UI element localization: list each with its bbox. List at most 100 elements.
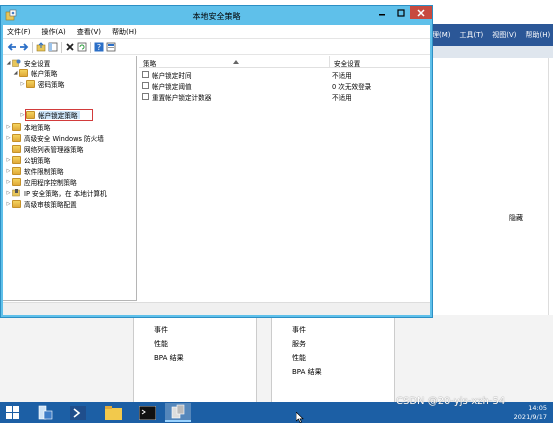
tile-1-performance[interactable]: 性能 xyxy=(154,339,168,349)
watermark-text: CSDN @20-yjs-xzh-54 xyxy=(396,396,506,407)
tree-node-label: 应用程序控制策略 xyxy=(24,179,77,187)
powershell-icon xyxy=(70,405,86,420)
column-header-policy[interactable]: 策略 xyxy=(143,58,156,68)
tile-1-events[interactable]: 事件 xyxy=(154,325,168,335)
policy-setting: 不适用 xyxy=(332,94,352,102)
hide-link[interactable]: 隐藏 xyxy=(509,213,523,223)
tile-2-performance[interactable]: 性能 xyxy=(292,353,306,363)
properties-icon[interactable] xyxy=(106,42,116,52)
minimize-icon xyxy=(378,13,385,15)
list-header: 策略 安全设置 xyxy=(139,56,430,68)
tree-node-firewall[interactable]: ▷ 高级安全 Windows 防火墙 xyxy=(5,133,104,143)
window-title: 本地安全策略 xyxy=(192,12,241,21)
maximize-icon xyxy=(396,8,405,17)
folder-icon xyxy=(26,80,35,88)
tile-1-bpa[interactable]: BPA 结果 xyxy=(154,353,184,363)
back-icon[interactable] xyxy=(7,42,17,52)
expand-icon: ▷ xyxy=(20,112,25,118)
system-clock[interactable]: 14:05 2021/9/17 xyxy=(514,404,547,422)
menu-bar: 文件(F) 操作(A) 查看(V) 帮助(H) xyxy=(3,25,430,38)
list-row[interactable]: 帐户锁定时间 不适用 xyxy=(139,69,430,80)
show-hide-tree-icon[interactable] xyxy=(48,42,58,52)
tree-node-network-list[interactable]: 网络列表管理器策略 xyxy=(5,144,83,154)
status-bar xyxy=(3,302,430,315)
list-row[interactable]: 帐户锁定阈值 0 次无效登录 xyxy=(139,80,430,91)
tree-node-ip-security[interactable]: ▷ IP 安全策略，在 本地计算机 xyxy=(5,188,107,198)
expand-icon: ▷ xyxy=(6,168,11,174)
menu-view[interactable]: 视图(V) xyxy=(492,30,516,40)
taskbar-local-security-policy[interactable] xyxy=(165,403,191,422)
tree-node-local-policies[interactable]: ▷ 本地策略 xyxy=(5,122,50,132)
policy-icon xyxy=(142,71,149,78)
column-header-setting[interactable]: 安全设置 xyxy=(334,58,360,68)
tree-node-label: 帐户策略 xyxy=(31,70,58,78)
folder-icon xyxy=(19,69,28,77)
taskbar-server-manager[interactable] xyxy=(29,403,61,422)
refresh-icon[interactable] xyxy=(77,42,87,52)
list-row[interactable]: 重置帐户锁定计数器 不适用 xyxy=(139,91,430,102)
tree-node-label: 高级审核策略配置 xyxy=(24,201,77,209)
tree-node-account-policies[interactable]: ◢ 帐户策略 xyxy=(12,68,57,78)
folder-icon xyxy=(12,178,21,186)
menu-help[interactable]: 帮助(H) xyxy=(526,30,551,40)
tree-node-advanced-audit[interactable]: ▷ 高级审核策略配置 xyxy=(5,199,77,209)
menu-view[interactable]: 查看(V) xyxy=(77,27,101,37)
tree-node-password-policy[interactable]: ▷ 密码策略 xyxy=(19,79,64,89)
toolbar-separator xyxy=(90,42,91,53)
clock-date: 2021/9/17 xyxy=(513,413,547,421)
file-explorer-icon xyxy=(104,405,122,420)
column-divider[interactable] xyxy=(329,56,330,68)
menu-manage[interactable]: 理(M) xyxy=(432,30,451,40)
windows-logo-icon xyxy=(5,406,19,419)
start-button[interactable] xyxy=(2,403,22,422)
tree-node-label: 软件限制策略 xyxy=(24,168,64,176)
navigation-tree: ◢ 安全设置 ◢ 帐户策略 ▷ 密码策略 ▷ 帐户锁定策略 ▷ 本地策略 ▷ 高… xyxy=(3,56,137,301)
sort-ascending-icon xyxy=(233,60,239,64)
menu-help[interactable]: 帮助(H) xyxy=(112,27,137,37)
folder-icon xyxy=(12,134,21,142)
folder-icon xyxy=(12,167,21,175)
maximize-button[interactable] xyxy=(391,6,410,19)
policy-icon xyxy=(142,93,149,100)
folder-icon xyxy=(26,111,35,119)
title-bar[interactable]: 本地安全策略 xyxy=(1,6,432,26)
minimize-button[interactable] xyxy=(372,6,391,19)
delete-icon[interactable] xyxy=(65,42,75,52)
menu-tools[interactable]: 工具(T) xyxy=(460,30,484,40)
expand-icon: ▷ xyxy=(6,124,11,130)
tree-node-account-lockout-policy[interactable]: ▷ 帐户锁定策略 xyxy=(19,110,78,120)
expand-icon: ▷ xyxy=(6,201,11,207)
folder-icon xyxy=(12,200,21,208)
tile-1: 事件 性能 BPA 结果 xyxy=(133,317,257,402)
taskbar-file-explorer[interactable] xyxy=(97,403,129,422)
command-prompt-icon xyxy=(138,405,156,420)
tree-node-label: 安全设置 xyxy=(24,60,51,68)
security-settings-icon xyxy=(12,59,21,67)
menu-action[interactable]: 操作(A) xyxy=(42,27,66,37)
tree-node-label: 本地策略 xyxy=(24,124,51,132)
tree-node-software-restriction[interactable]: ▷ 软件限制策略 xyxy=(5,166,64,176)
forward-icon[interactable] xyxy=(19,42,29,52)
folder-icon xyxy=(12,123,21,131)
up-folder-icon[interactable] xyxy=(36,42,46,52)
taskbar-command-prompt[interactable] xyxy=(131,403,163,422)
policy-name: 帐户锁定阈值 xyxy=(152,83,192,91)
help-icon[interactable]: ? xyxy=(94,42,104,52)
tile-2-bpa[interactable]: BPA 结果 xyxy=(292,367,322,377)
close-button[interactable] xyxy=(410,6,432,19)
tree-node-root[interactable]: ◢ 安全设置 xyxy=(5,58,50,68)
toolbar-separator xyxy=(32,42,33,53)
taskbar-powershell[interactable] xyxy=(62,403,94,422)
expand-icon: ▷ xyxy=(6,135,11,141)
mouse-cursor-icon xyxy=(296,412,304,423)
collapse-icon: ◢ xyxy=(6,60,11,66)
tile-2-services[interactable]: 服务 xyxy=(292,339,306,349)
expand-icon: ▷ xyxy=(6,190,11,196)
folder-icon xyxy=(12,145,21,153)
policy-setting: 不适用 xyxy=(332,72,352,80)
tree-node-public-key[interactable]: ▷ 公钥策略 xyxy=(5,155,50,165)
tile-2-events[interactable]: 事件 xyxy=(292,325,306,335)
menu-file[interactable]: 文件(F) xyxy=(7,27,31,37)
policy-name: 帐户锁定时间 xyxy=(152,72,192,80)
tree-node-app-control[interactable]: ▷ 应用程序控制策略 xyxy=(5,177,77,187)
